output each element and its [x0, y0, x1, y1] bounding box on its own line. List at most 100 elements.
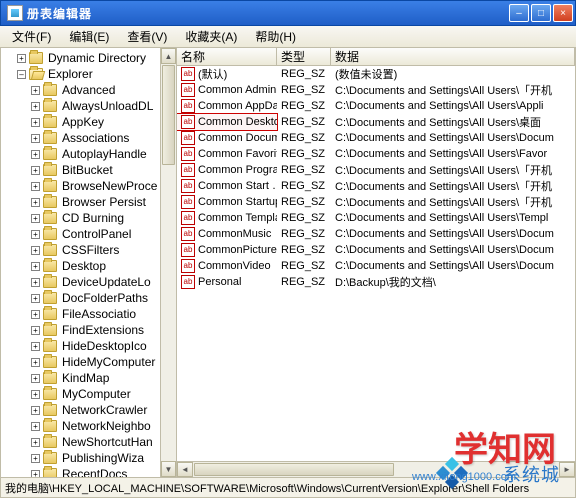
tree-item[interactable]: +AlwaysUnloadDL	[3, 98, 176, 114]
expand-icon[interactable]: +	[31, 470, 40, 478]
tree-item[interactable]: +FindExtensions	[3, 322, 176, 338]
tree-item[interactable]: +MyComputer	[3, 386, 176, 402]
tree-item[interactable]: +CSSFilters	[3, 242, 176, 258]
hscroll-thumb[interactable]	[194, 463, 394, 476]
tree-item[interactable]: +Desktop	[3, 258, 176, 274]
list-pane: 名称 类型 数据 (默认)REG_SZ(数值未设置)Common Admini……	[177, 48, 575, 477]
tree-item[interactable]: +DocFolderPaths	[3, 290, 176, 306]
value-name: Common AppData	[198, 100, 277, 112]
value-row[interactable]: Common StartupREG_SZC:\Documents and Set…	[177, 194, 575, 210]
value-type: REG_SZ	[277, 275, 331, 289]
tree-item[interactable]: +Dynamic Directory	[3, 50, 176, 66]
expand-icon[interactable]: +	[31, 86, 40, 95]
expand-icon[interactable]: +	[31, 294, 40, 303]
tree-item[interactable]: +FileAssociatio	[3, 306, 176, 322]
value-row[interactable]: Common DocumentsREG_SZC:\Documents and S…	[177, 130, 575, 146]
tree-item[interactable]: +HideMyComputer	[3, 354, 176, 370]
value-row[interactable]: Common Admini…REG_SZC:\Documents and Set…	[177, 82, 575, 98]
tree-item[interactable]: +BrowseNewProce	[3, 178, 176, 194]
value-row[interactable]: (默认)REG_SZ(数值未设置)	[177, 66, 575, 82]
expand-icon[interactable]: +	[31, 198, 40, 207]
scroll-right-icon[interactable]: ►	[559, 462, 575, 477]
value-row[interactable]: Common TemplatesREG_SZC:\Documents and S…	[177, 210, 575, 226]
tree-item[interactable]: +AppKey	[3, 114, 176, 130]
expand-icon[interactable]: +	[31, 310, 40, 319]
tree-label: CD Burning	[60, 210, 126, 226]
expand-icon[interactable]: +	[31, 278, 40, 287]
expand-icon[interactable]: +	[31, 150, 40, 159]
expand-icon[interactable]: +	[31, 454, 40, 463]
value-row[interactable]: Common AppDataREG_SZC:\Documents and Set…	[177, 98, 575, 114]
menu-file[interactable]: 文件(F)	[4, 26, 59, 47]
expand-icon[interactable]: +	[31, 374, 40, 383]
expand-icon[interactable]: +	[31, 118, 40, 127]
menu-help[interactable]: 帮助(H)	[247, 26, 304, 47]
tree-item[interactable]: +Associations	[3, 130, 176, 146]
registry-tree[interactable]: +Dynamic Directory–Explorer+Advanced+Alw…	[1, 48, 176, 477]
menu-favorites[interactable]: 收藏夹(A)	[177, 26, 245, 47]
tree-scrollbar[interactable]: ▲ ▼	[160, 48, 176, 477]
expand-icon[interactable]: +	[31, 230, 40, 239]
tree-item[interactable]: +AutoplayHandle	[3, 146, 176, 162]
expand-icon[interactable]: +	[31, 342, 40, 351]
tree-item[interactable]: +PublishingWiza	[3, 450, 176, 466]
expand-icon[interactable]: +	[31, 102, 40, 111]
column-data[interactable]: 数据	[331, 48, 575, 65]
value-type: REG_SZ	[277, 99, 331, 113]
value-list[interactable]: (默认)REG_SZ(数值未设置)Common Admini…REG_SZC:\…	[177, 66, 575, 477]
expand-icon[interactable]: +	[31, 182, 40, 191]
expand-icon[interactable]: +	[31, 166, 40, 175]
value-row[interactable]: CommonMusicREG_SZC:\Documents and Settin…	[177, 226, 575, 242]
expand-icon[interactable]: +	[31, 438, 40, 447]
value-row[interactable]: PersonalREG_SZD:\Backup\我的文档\	[177, 274, 575, 290]
expand-icon[interactable]: +	[31, 422, 40, 431]
maximize-button[interactable]: □	[531, 4, 551, 22]
folder-icon	[43, 228, 57, 240]
expand-icon[interactable]: +	[31, 134, 40, 143]
expand-icon[interactable]: +	[31, 390, 40, 399]
tree-item[interactable]: +DeviceUpdateLo	[3, 274, 176, 290]
folder-icon	[43, 420, 57, 432]
tree-item[interactable]: +BitBucket	[3, 162, 176, 178]
value-row[interactable]: Common ProgramsREG_SZC:\Documents and Se…	[177, 162, 575, 178]
tree-item[interactable]: +RecentDocs	[3, 466, 176, 477]
tree-item[interactable]: +HideDesktopIco	[3, 338, 176, 354]
scroll-down-icon[interactable]: ▼	[161, 461, 176, 477]
tree-item[interactable]: +NetworkCrawler	[3, 402, 176, 418]
tree-item[interactable]: +NewShortcutHan	[3, 434, 176, 450]
expand-icon[interactable]: +	[31, 358, 40, 367]
tree-item[interactable]: +KindMap	[3, 370, 176, 386]
column-name[interactable]: 名称	[177, 48, 277, 65]
expand-icon[interactable]: +	[31, 406, 40, 415]
value-row[interactable]: CommonPicturesREG_SZC:\Documents and Set…	[177, 242, 575, 258]
menu-view[interactable]: 查看(V)	[119, 26, 175, 47]
expand-icon[interactable]: +	[31, 246, 40, 255]
folder-icon	[43, 212, 57, 224]
tree-item[interactable]: +Browser Persist	[3, 194, 176, 210]
minimize-button[interactable]: –	[509, 4, 529, 22]
column-type[interactable]: 类型	[277, 48, 331, 65]
scroll-up-icon[interactable]: ▲	[161, 48, 176, 64]
expand-icon[interactable]: +	[17, 54, 26, 63]
menu-edit[interactable]: 编辑(E)	[61, 26, 117, 47]
list-hscrollbar[interactable]: ◄ ►	[177, 461, 575, 477]
folder-icon	[43, 436, 57, 448]
tree-item[interactable]: +ControlPanel	[3, 226, 176, 242]
value-row[interactable]: Common FavoritesREG_SZC:\Documents and S…	[177, 146, 575, 162]
expand-icon[interactable]: –	[17, 70, 26, 79]
tree-item[interactable]: –Explorer	[3, 66, 176, 82]
tree-item[interactable]: + CD Burning	[3, 210, 176, 226]
value-row[interactable]: Common Start …REG_SZC:\Documents and Set…	[177, 178, 575, 194]
value-name: Personal	[198, 276, 241, 288]
value-name: CommonPictures	[198, 244, 277, 256]
scroll-thumb[interactable]	[162, 65, 175, 165]
scroll-left-icon[interactable]: ◄	[177, 462, 193, 477]
value-row[interactable]: CommonVideoREG_SZC:\Documents and Settin…	[177, 258, 575, 274]
value-row[interactable]: Common DesktopREG_SZC:\Documents and Set…	[177, 114, 575, 130]
expand-icon[interactable]: +	[31, 326, 40, 335]
expand-icon[interactable]: +	[31, 262, 40, 271]
expand-icon[interactable]: +	[31, 214, 40, 223]
tree-item[interactable]: +NetworkNeighbo	[3, 418, 176, 434]
close-button[interactable]: ×	[553, 4, 573, 22]
tree-item[interactable]: +Advanced	[3, 82, 176, 98]
